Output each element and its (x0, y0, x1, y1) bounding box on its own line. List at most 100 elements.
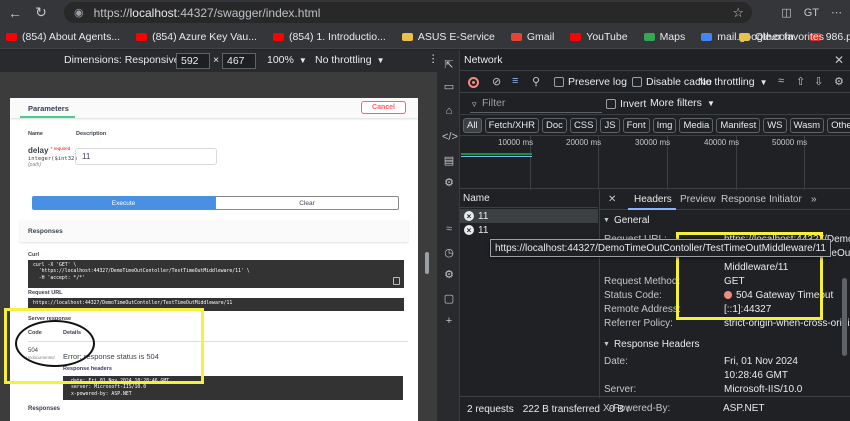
lock-icon[interactable]: ◉ (74, 6, 84, 19)
referrer-policy-key: Referrer Policy: (604, 318, 673, 329)
network-icon[interactable]: ≈ (442, 222, 456, 236)
profile-badge[interactable]: GT (804, 7, 819, 19)
responses-footer: Responses (28, 406, 61, 412)
url-host: localhost (129, 5, 178, 20)
type-filter-button[interactable]: Img (652, 117, 677, 133)
more-tabs-icon[interactable]: » (811, 194, 817, 205)
date-value: Fri, 01 Nov 2024 (724, 356, 798, 367)
network-settings-icon[interactable]: ⚙ (834, 75, 844, 88)
execute-button[interactable]: Execute (32, 196, 215, 210)
close-details-icon[interactable]: ✕ (608, 194, 616, 205)
general-section[interactable]: ▼ General (600, 213, 845, 227)
more-filters-select[interactable]: More filters ▼ (650, 97, 715, 109)
inspect-icon[interactable]: ⇱ (442, 58, 456, 72)
type-filter-button[interactable]: WS (763, 117, 787, 133)
bookmark-item[interactable]: (854) 1. Introductio... (272, 31, 386, 43)
tab-preview[interactable]: Preview (680, 194, 716, 205)
device-throttle-select[interactable]: No throttling ▼ (315, 54, 385, 66)
powered-by-key: X-Powered-By: (603, 403, 671, 414)
welcome-icon[interactable]: ⌂ (442, 104, 456, 118)
tab-response[interactable]: Response (721, 194, 766, 205)
details-scrollbar[interactable] (842, 278, 847, 356)
search-icon[interactable]: ⚲ (532, 75, 540, 88)
wifi-icon[interactable]: ≈ (778, 75, 784, 87)
import-icon[interactable]: ⇧ (796, 75, 805, 88)
filter-toggle-icon[interactable]: ≡ (512, 75, 518, 87)
request-url-tooltip: https://localhost:44327/DemoTimeOutConto… (490, 239, 831, 257)
close-icon[interactable]: ✕ (834, 53, 844, 67)
resource-type-filters: All Fetch/XHR Doc CSS JS Font Img Media … (460, 116, 850, 134)
timeline-tick: 50000 ms (772, 138, 808, 147)
type-filter-button[interactable]: Fetch/XHR (484, 117, 540, 133)
width-input[interactable]: 592 (176, 53, 210, 69)
bookmark-item[interactable]: Gmail (510, 31, 554, 43)
bookmark-item[interactable]: (854) About Agents... (6, 31, 120, 43)
bookmark-item[interactable]: YouTube (570, 31, 628, 43)
url-prefix: https:// (93, 5, 130, 20)
preserve-log-checkbox[interactable]: Preserve log (554, 76, 627, 88)
caret-down-icon: ▼ (298, 55, 307, 65)
invert-checkbox[interactable]: Invert (606, 98, 646, 110)
curl-label: Curl (28, 252, 39, 258)
type-filter-button[interactable]: Media (679, 117, 714, 133)
clear-log-icon[interactable]: ⊘ (492, 75, 501, 88)
console-icon[interactable]: ▤ (442, 154, 456, 168)
expand-icon: ▼ (603, 340, 610, 348)
dimensions-select[interactable]: Dimensions: Responsive▼ (64, 54, 192, 66)
performance-icon[interactable]: ◷ (442, 246, 456, 260)
bookmark-item[interactable]: (854) Azure Key Vau... (136, 31, 257, 43)
name-column-header[interactable]: Name (460, 190, 598, 208)
annotation-circle (15, 320, 95, 367)
record-icon[interactable] (468, 77, 479, 88)
other-favorites[interactable]: Other favorites (739, 31, 824, 43)
request-method-key: Request Method: (604, 276, 681, 287)
refresh-icon[interactable]: ↻ (30, 2, 52, 24)
application-icon[interactable]: ▢ (442, 292, 456, 306)
device-mode-icon[interactable]: ▭ (442, 80, 456, 94)
copy-icon[interactable] (393, 277, 400, 285)
bookmark-item[interactable]: ASUS E-Service (401, 31, 495, 43)
export-icon[interactable]: ⇩ (814, 75, 823, 88)
back-icon[interactable]: ← (4, 2, 26, 24)
type-filter-button[interactable]: Manifest (716, 117, 761, 133)
request-row[interactable]: × 11 (460, 223, 598, 237)
parameters-header: Parameters Cancel (10, 98, 418, 118)
network-timeline[interactable]: 10000 ms 20000 ms 30000 ms 40000 ms 5000… (460, 135, 850, 190)
type-filter-button[interactable]: Wasm (789, 117, 825, 133)
filter-input[interactable]: Filter (470, 97, 602, 113)
remote-address-key: Remote Address: (604, 304, 681, 315)
viewport-scrollbar[interactable] (425, 252, 429, 274)
cancel-button[interactable]: Cancel (361, 101, 406, 114)
request-list: Name × 11 × 11 (460, 190, 598, 398)
type-filter-button[interactable]: Doc (542, 117, 567, 133)
type-filter-button[interactable]: Other (827, 117, 850, 133)
youtube-icon (272, 32, 284, 41)
request-row[interactable]: × 11 (460, 209, 598, 223)
sources-icon[interactable]: ⚙ (442, 176, 456, 190)
type-filter-button[interactable]: All (463, 117, 482, 133)
type-filter-button[interactable]: JS (600, 117, 620, 133)
type-filter-button[interactable]: Font (622, 117, 650, 133)
elements-icon[interactable]: </> (442, 130, 458, 144)
zoom-select[interactable]: 100% ▼ (267, 54, 307, 66)
memory-icon[interactable]: ⚙ (442, 268, 456, 282)
add-tool-icon[interactable]: + (442, 314, 456, 328)
height-input[interactable]: 467 (222, 53, 256, 69)
split-screen-icon[interactable]: ◫ (781, 6, 791, 19)
active-tab-underline (628, 208, 676, 210)
star-icon[interactable]: ☆ (732, 5, 744, 21)
menu-icon[interactable]: ⋯ (831, 6, 842, 19)
type-filter-button[interactable]: CSS (569, 117, 598, 133)
bookmark-item[interactable]: Maps (643, 31, 685, 43)
tab-initiator[interactable]: Initiator (769, 194, 802, 205)
curl-code: curl -X 'GET' \ 'https://localhost:44327… (28, 260, 404, 288)
delay-input[interactable]: 11 (75, 148, 217, 165)
expand-icon: ▼ (603, 216, 610, 224)
address-bar[interactable]: ◉ https://localhost:44327/swagger/index.… (64, 2, 752, 23)
tab-headers[interactable]: Headers (634, 194, 672, 205)
param-columns: Name Description (28, 131, 107, 137)
network-throttle-select[interactable]: No throttling ▼ (698, 76, 768, 88)
response-headers-section[interactable]: ▼ Response Headers (600, 337, 845, 351)
tab-network[interactable]: Network (464, 54, 503, 66)
clear-button[interactable]: Clear (215, 196, 399, 210)
